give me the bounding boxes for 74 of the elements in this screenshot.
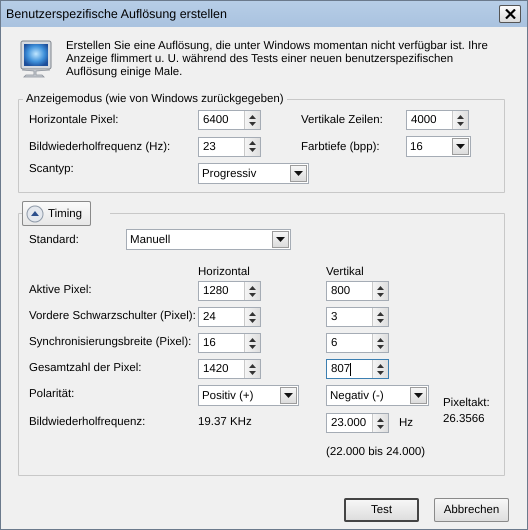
- caret-icon: [294, 171, 303, 176]
- down-arrow-icon: [377, 370, 384, 374]
- down-arrow-icon: [249, 318, 256, 322]
- field-label: Horizontale Pixel:: [29, 114, 120, 126]
- caret-icon: [276, 237, 285, 242]
- up-arrow-icon: [377, 418, 384, 422]
- down-arrow-icon: [377, 318, 384, 322]
- field-label: Gesamtzahl der Pixel:: [29, 361, 142, 374]
- up-arrow-icon: [249, 286, 256, 290]
- down-arrow-icon: [377, 424, 384, 428]
- spin-box[interactable]: 16: [198, 333, 261, 353]
- up-arrow-icon: [377, 286, 384, 290]
- spin-box[interactable]: 3: [326, 307, 389, 327]
- spin-box[interactable]: 24: [198, 307, 261, 327]
- up-arrow-icon: [249, 338, 256, 342]
- field-label: Vertikale Zeilen:: [301, 114, 384, 126]
- field-label: Standard:: [29, 234, 80, 246]
- dialog-button[interactable]: Test: [344, 498, 419, 522]
- up-arrow-icon: [249, 114, 256, 118]
- spin-box[interactable]: 807: [326, 359, 389, 379]
- field-label: Farbtiefe (bpp):: [301, 140, 381, 152]
- spin-box[interactable]: 23.000: [326, 413, 389, 433]
- column-header: Vertikal: [326, 266, 365, 280]
- down-arrow-icon: [249, 292, 256, 296]
- field-label: Polarität:: [29, 387, 76, 400]
- window-title: Benutzerspezifische Auflösung erstellen: [6, 7, 227, 21]
- column-header: Horizontal: [198, 266, 251, 280]
- pixel-clock-value: 26.3566: [443, 413, 486, 425]
- description-text: Erstellen Sie eine Auflösung, die unter Windows momentan nicht verfügbar ist. Ihre Anzeige flimmert u. U. während des Tests einer neuen benutzerspezifischen Auflösung einige Male.: [66, 40, 489, 80]
- caret-icon: [456, 144, 465, 149]
- group-title: Anzeigemodus (wie von Windows zurückgegeben): [25, 93, 285, 105]
- down-arrow-icon: [377, 292, 384, 296]
- pixel-clock-label: Pixeltakt:: [443, 397, 491, 409]
- field-label: Scantyp:: [29, 163, 75, 175]
- close-button[interactable]: [499, 5, 521, 23]
- frequency-value: 19.37 KHz: [198, 415, 253, 428]
- up-arrow-icon: [377, 364, 384, 368]
- dropdown[interactable]: Manuell: [126, 229, 291, 250]
- field-label: Bildwiederholfrequenz:: [29, 415, 146, 428]
- field-label: Bildwiederholfrequenz (Hz):: [29, 140, 172, 152]
- down-arrow-icon: [457, 122, 464, 126]
- up-arrow-icon: [377, 338, 384, 342]
- monitor-icon: [20, 40, 52, 78]
- unit-label: Hz: [399, 417, 414, 429]
- dialog-button[interactable]: Abbrechen: [434, 498, 509, 522]
- spin-box[interactable]: 6400: [198, 110, 261, 130]
- spin-box[interactable]: 6: [326, 333, 389, 353]
- dropdown[interactable]: Positiv (+): [198, 385, 299, 406]
- spin-box[interactable]: 1280: [198, 281, 261, 301]
- up-arrow-icon: [457, 114, 464, 118]
- range-text: (22.000 bis 24.000): [326, 446, 426, 458]
- spin-box[interactable]: 23: [198, 136, 261, 156]
- spin-box[interactable]: 1420: [198, 359, 261, 379]
- field-label: Aktive Pixel:: [29, 283, 93, 296]
- down-arrow-icon: [249, 148, 256, 152]
- up-arrow-icon: [377, 312, 384, 316]
- up-arrow-icon: [249, 312, 256, 316]
- down-arrow-icon: [249, 344, 256, 348]
- spin-box[interactable]: 800: [326, 281, 389, 301]
- caret-icon: [414, 393, 423, 398]
- caret-icon: [284, 393, 293, 398]
- down-arrow-icon: [249, 370, 256, 374]
- dropdown[interactable]: 16: [406, 136, 471, 157]
- up-arrow-icon: [249, 364, 256, 368]
- dropdown[interactable]: Negativ (-): [326, 385, 429, 406]
- field-label: Synchronisierungsbreite (Pixel):: [29, 335, 192, 348]
- spin-box[interactable]: 4000: [406, 110, 469, 130]
- down-arrow-icon: [377, 344, 384, 348]
- down-arrow-icon: [249, 122, 256, 126]
- timing-toggle-button[interactable]: Timing: [22, 201, 92, 226]
- dropdown[interactable]: Progressiv: [198, 163, 309, 184]
- field-label: Vordere Schwarzschulter (Pixel):: [29, 309, 197, 322]
- up-arrow-icon: [249, 141, 256, 145]
- close-icon: [504, 9, 516, 19]
